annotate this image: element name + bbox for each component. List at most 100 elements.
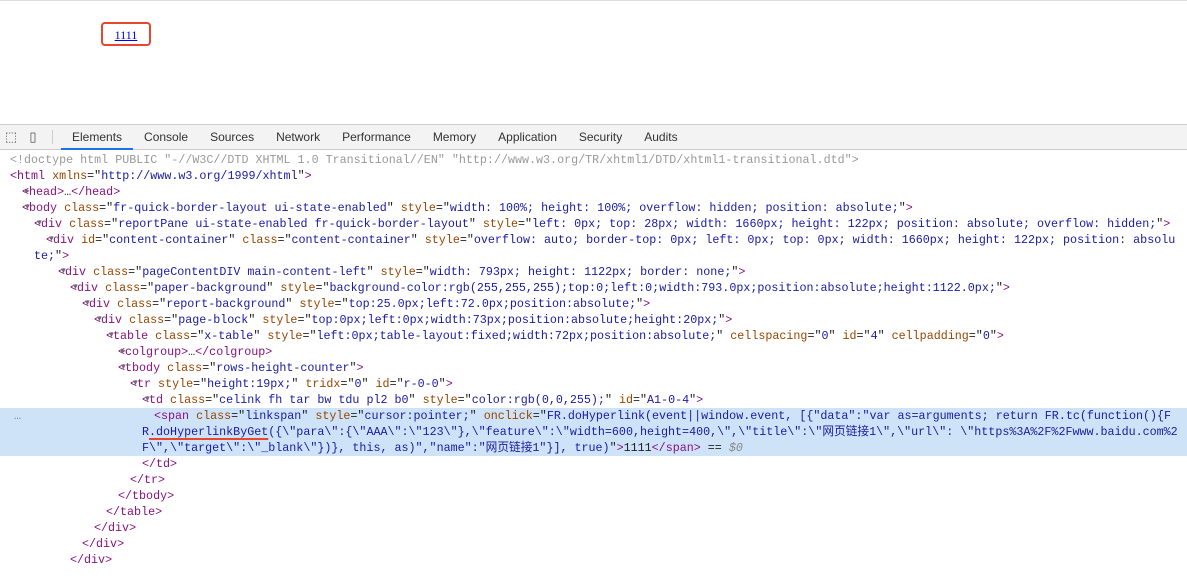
- inspect-element-icon[interactable]: ⬚: [0, 125, 22, 149]
- code-token: xmlns: [45, 169, 88, 183]
- code-token: =": [140, 281, 155, 295]
- dom-node-line[interactable]: </td>: [0, 456, 1187, 472]
- code-token: ": [468, 217, 476, 231]
- expand-arrow-icon[interactable]: ▶: [109, 344, 126, 360]
- dom-node-line[interactable]: ▼ <tr style="height:19px;" tridx="0" id="…: [0, 376, 1187, 392]
- code-token: ": [995, 281, 1003, 295]
- code-token: style: [417, 233, 460, 247]
- expand-arrow-icon[interactable]: ▶: [13, 184, 30, 200]
- dom-node-line[interactable]: ▼ <td class="celink fh tar bw tdu pl2 b0"…: [0, 392, 1187, 408]
- tab-console[interactable]: Console: [133, 125, 199, 149]
- dom-node-line-selected[interactable]: … <span class="linkspan" style="cursor:po…: [0, 408, 1187, 456]
- code-token: </td>: [142, 457, 178, 471]
- code-token: width: 100%; height: 100%; overflow: hid…: [449, 201, 899, 215]
- code-token: $0: [728, 441, 743, 455]
- code-token: =": [633, 393, 648, 407]
- code-token: =": [152, 297, 167, 311]
- code-token: color:rgb(0,0,255);: [471, 393, 605, 407]
- code-token: =": [968, 329, 983, 343]
- code-token: =": [315, 281, 330, 295]
- code-token: =": [334, 297, 349, 311]
- dom-node-line[interactable]: ▶ <head>…</head>: [0, 184, 1187, 200]
- dom-node-line[interactable]: ▼ <tbody class="rows-height-counter">: [0, 360, 1187, 376]
- code-token: class: [148, 329, 191, 343]
- collapse-arrow-icon[interactable]: ▼: [37, 232, 54, 248]
- device-toolbar-icon[interactable]: ▯: [22, 125, 44, 149]
- code-token: =": [532, 409, 547, 423]
- highlighted-link-box: 1111: [101, 22, 151, 46]
- code-token: ": [361, 377, 369, 391]
- code-token: 0: [354, 377, 362, 391]
- dom-node-line[interactable]: <html xmlns="http://www.w3.org/1999/xhtm…: [0, 168, 1187, 184]
- collapse-arrow-icon[interactable]: ▼: [121, 376, 138, 392]
- code-token: =": [104, 217, 119, 231]
- elements-dom-tree: <!doctype html PUBLIC "-//W3C//DTD XHTML…: [0, 152, 1187, 568]
- code-token: </div>: [70, 553, 113, 567]
- dom-node-line[interactable]: ▼ <div id="content-container" class="cont…: [0, 232, 1187, 264]
- code-token: </colgroup>: [195, 345, 273, 359]
- tab-audits[interactable]: Audits: [633, 125, 688, 149]
- code-token: cellspacing: [723, 329, 808, 343]
- code-token: =": [459, 233, 474, 247]
- collapse-arrow-icon[interactable]: ▼: [73, 296, 90, 312]
- dom-node-line[interactable]: ▼ <div class="page-block" style="top:0px;…: [0, 312, 1187, 328]
- dom-node-line[interactable]: </tbody>: [0, 488, 1187, 504]
- dom-node-line[interactable]: </div>: [0, 552, 1187, 568]
- collapse-arrow-icon[interactable]: ▼: [109, 360, 126, 376]
- dom-node-line[interactable]: </div>: [0, 520, 1187, 536]
- code-token: pageContentDIV main-content-left: [142, 265, 367, 279]
- code-token: 4: [870, 329, 878, 343]
- code-token: >: [445, 377, 453, 391]
- tab-network[interactable]: Network: [265, 125, 331, 149]
- code-token: =": [202, 361, 217, 375]
- tab-elements[interactable]: Elements: [61, 125, 134, 150]
- code-token: >: [1163, 217, 1171, 231]
- code-token: http://www.w3.org/1999/xhtml: [101, 169, 298, 183]
- dom-node-line[interactable]: </tr>: [0, 472, 1187, 488]
- code-token: >: [62, 249, 70, 263]
- tab-sources[interactable]: Sources: [199, 125, 265, 149]
- collapse-arrow-icon[interactable]: ▼: [25, 216, 42, 232]
- code-token: 1111: [623, 441, 652, 455]
- code-token: </head>: [71, 185, 121, 199]
- code-token: style: [151, 377, 194, 391]
- dom-node-line[interactable]: </table>: [0, 504, 1187, 520]
- code-token: class: [163, 393, 206, 407]
- code-token: style: [292, 297, 335, 311]
- code-token: ": [386, 201, 394, 215]
- code-token: =": [807, 329, 822, 343]
- code-token: id: [611, 393, 634, 407]
- dom-node-line[interactable]: ▼ <div class="reportPane ui-state-enabled…: [0, 216, 1187, 232]
- hyperlink-1111[interactable]: 1111: [115, 28, 138, 42]
- code-token: </div>: [82, 537, 125, 551]
- code-token: </div>: [94, 521, 137, 535]
- code-token: class: [110, 297, 153, 311]
- collapse-arrow-icon[interactable]: ▼: [133, 392, 150, 408]
- dom-node-line[interactable]: ▶ <colgroup>…</colgroup>: [0, 344, 1187, 360]
- tab-security[interactable]: Security: [568, 125, 633, 149]
- collapse-arrow-icon[interactable]: ▼: [97, 328, 114, 344]
- code-token: class: [122, 313, 165, 327]
- code-token: left:0px;table-layout:fixed;width:72px;p…: [316, 329, 717, 343]
- collapse-arrow-icon[interactable]: ▼: [13, 200, 30, 216]
- collapse-arrow-icon[interactable]: ▼: [85, 312, 102, 328]
- dom-node-line[interactable]: ▼ <div class="pageContentDIV main-content…: [0, 264, 1187, 280]
- dom-node-line[interactable]: ▼ <table class="x-table" style="left:0px;…: [0, 328, 1187, 344]
- dom-node-line[interactable]: ▼ <body class="fr-quick-border-layout ui-…: [0, 200, 1187, 216]
- collapse-arrow-icon[interactable]: ▼: [61, 280, 78, 296]
- dom-node-line[interactable]: ▼ <div class="paper-background" style="ba…: [0, 280, 1187, 296]
- tab-memory[interactable]: Memory: [422, 125, 487, 149]
- code-token: =": [389, 377, 404, 391]
- dom-node-line[interactable]: </div>: [0, 536, 1187, 552]
- dom-node-line[interactable]: ▼ <div class="report-background" style="t…: [0, 296, 1187, 312]
- tab-application[interactable]: Application: [487, 125, 568, 149]
- tab-performance[interactable]: Performance: [331, 125, 422, 149]
- more-options-icon[interactable]: …: [2, 408, 21, 424]
- code-token: ": [604, 393, 612, 407]
- code-token: <!doctype html PUBLIC "-//W3C//DTD XHTML…: [10, 153, 859, 167]
- collapse-arrow-icon[interactable]: ▼: [49, 264, 66, 280]
- devtools-toolbar: ⬚ ▯ Elements Console Sources Network Perform…: [0, 124, 1187, 150]
- code-token: class: [235, 233, 278, 247]
- code-token: top:0px;left:0px;width:73px;position:abs…: [311, 313, 719, 327]
- dom-node-line[interactable]: <!doctype html PUBLIC "-//W3C//DTD XHTML…: [0, 152, 1187, 168]
